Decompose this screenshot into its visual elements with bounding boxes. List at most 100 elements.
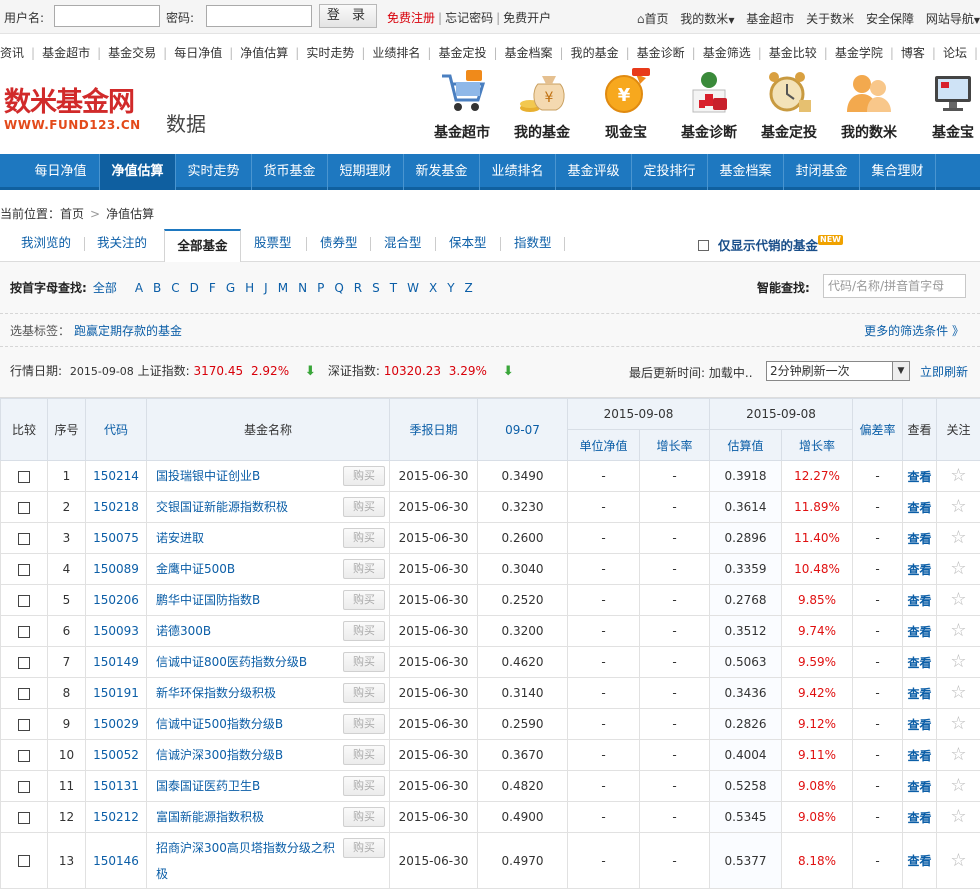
buy-button[interactable]: 购买 — [343, 466, 385, 486]
data-nav-item[interactable]: 实时走势 — [176, 154, 252, 190]
buy-button[interactable]: 购买 — [343, 559, 385, 579]
compare-checkbox[interactable] — [18, 470, 30, 483]
view-link[interactable]: 查看 — [907, 594, 931, 608]
fund-code-link[interactable]: 150191 — [93, 686, 139, 700]
site-nav-link[interactable]: 网站导航▼ — [926, 12, 980, 26]
letter-filter[interactable]: T — [390, 281, 397, 295]
feature-cash-treasure[interactable]: ¥ 现金宝 — [591, 68, 661, 142]
compare-checkbox[interactable] — [18, 625, 30, 638]
view-link[interactable]: 查看 — [907, 563, 931, 577]
fund-name-link[interactable]: 信诚沪深300指数分级B — [156, 742, 338, 768]
smart-search-input[interactable]: 代码/名称/拼音首字母 — [823, 274, 966, 298]
letter-filter[interactable]: H — [245, 281, 254, 295]
fund-code-link[interactable]: 150212 — [93, 810, 139, 824]
about-link[interactable]: 关于数米 — [806, 12, 854, 26]
col-growth[interactable]: 增长率 — [639, 429, 710, 461]
fund-name-link[interactable]: 信诚中证500指数分级B — [156, 711, 338, 737]
col-est-growth[interactable]: 增长率 — [781, 429, 853, 461]
star-icon[interactable]: ☆ — [950, 744, 966, 765]
letter-filter[interactable]: M — [278, 281, 288, 295]
buy-button[interactable]: 购买 — [343, 807, 385, 827]
nav-item[interactable]: 基金档案 — [505, 46, 553, 60]
view-link[interactable]: 查看 — [907, 718, 931, 732]
nav-item[interactable]: 我的基金 — [571, 46, 619, 60]
data-nav-item[interactable]: 每日净值 — [22, 154, 100, 190]
col-deviation[interactable]: 偏差率 — [852, 398, 903, 461]
fund-code-link[interactable]: 150218 — [93, 500, 139, 514]
view-link[interactable]: 查看 — [907, 811, 931, 825]
forgot-password-link[interactable]: 忘记密码 — [445, 9, 493, 26]
tab-all-funds[interactable]: 全部基金 — [164, 229, 241, 263]
tab-browsed[interactable]: 我浏览的 — [21, 229, 71, 257]
letter-filter[interactable]: Y — [447, 281, 454, 295]
data-nav-item[interactable]: 新发基金 — [404, 154, 480, 190]
fund-code-link[interactable]: 150089 — [93, 562, 139, 576]
home-link[interactable]: ⌂首页 — [637, 12, 669, 26]
tab-followed[interactable]: 我关注的 — [97, 229, 147, 257]
star-icon[interactable]: ☆ — [950, 775, 966, 796]
star-icon[interactable]: ☆ — [950, 850, 966, 871]
fund-code-link[interactable]: 150052 — [93, 748, 139, 762]
fund-code-link[interactable]: 150206 — [93, 593, 139, 607]
data-nav-item[interactable]: 定投排行 — [632, 154, 708, 190]
data-nav-item[interactable]: 基金评级 — [556, 154, 632, 190]
star-icon[interactable]: ☆ — [950, 558, 966, 579]
my-shumi-link[interactable]: 我的数米▼ — [680, 12, 734, 26]
star-icon[interactable]: ☆ — [950, 682, 966, 703]
compare-checkbox[interactable] — [18, 855, 30, 867]
nav-item[interactable]: 基金诊断 — [637, 46, 685, 60]
nav-item[interactable]: 净值估算 — [240, 46, 288, 60]
compare-checkbox[interactable] — [18, 501, 30, 514]
data-nav-item[interactable]: 基金档案 — [708, 154, 784, 190]
letter-filter[interactable]: 全部 — [93, 281, 117, 295]
buy-button[interactable]: 购买 — [343, 652, 385, 672]
buy-button[interactable]: 购买 — [343, 497, 385, 517]
fund-code-link[interactable]: 150093 — [93, 624, 139, 638]
col-report-date[interactable]: 季报日期 — [389, 398, 478, 461]
letter-filter[interactable]: G — [226, 281, 235, 295]
letter-filter[interactable]: D — [190, 281, 199, 295]
letter-filter[interactable]: B — [153, 281, 161, 295]
col-prev-nav[interactable]: 09-07 — [477, 398, 568, 461]
compare-checkbox[interactable] — [18, 811, 30, 824]
nav-item[interactable]: 资讯 — [0, 46, 24, 60]
compare-checkbox[interactable] — [18, 687, 30, 700]
tab-bond[interactable]: 债券型 — [320, 229, 358, 257]
buy-button[interactable]: 购买 — [343, 621, 385, 641]
fund-code-link[interactable]: 150075 — [93, 531, 139, 545]
col-code[interactable]: 代码 — [85, 398, 147, 461]
nav-item[interactable]: 业绩排名 — [372, 46, 420, 60]
nav-item[interactable]: 论坛 — [943, 46, 967, 60]
view-link[interactable]: 查看 — [907, 780, 931, 794]
data-nav-item[interactable]: 业绩排名 — [480, 154, 556, 190]
compare-checkbox[interactable] — [18, 563, 30, 576]
letter-filter[interactable]: F — [209, 281, 216, 295]
feature-fund-sip[interactable]: 基金定投 — [754, 68, 824, 142]
star-icon[interactable]: ☆ — [950, 527, 966, 548]
compare-checkbox[interactable] — [18, 749, 30, 762]
fund-code-link[interactable]: 150029 — [93, 717, 139, 731]
tab-guaranteed[interactable]: 保本型 — [449, 229, 487, 257]
letter-filter[interactable]: W — [407, 281, 419, 295]
letter-filter[interactable]: S — [372, 281, 380, 295]
fund-code-link[interactable]: 150146 — [93, 854, 139, 868]
buy-button[interactable]: 购买 — [343, 714, 385, 734]
fund-name-link[interactable]: 国泰国证医药卫生B — [156, 773, 338, 799]
letter-filter[interactable]: X — [429, 281, 437, 295]
star-icon[interactable]: ☆ — [950, 496, 966, 517]
security-link[interactable]: 安全保障 — [866, 12, 914, 26]
tab-mixed[interactable]: 混合型 — [384, 229, 422, 257]
letter-filter[interactable]: J — [264, 281, 268, 295]
data-nav-item[interactable]: 货币基金 — [252, 154, 328, 190]
nav-item[interactable]: 基金定投 — [438, 46, 486, 60]
fund-market-link[interactable]: 基金超市 — [746, 12, 794, 26]
fund-name-link[interactable]: 诺安进取 — [156, 525, 338, 551]
register-link[interactable]: 免费注册 — [387, 9, 435, 26]
nav-item[interactable]: 基金交易 — [108, 46, 156, 60]
data-nav-item[interactable]: 短期理财 — [328, 154, 404, 190]
letter-filter[interactable]: C — [171, 281, 179, 295]
tag-beat-deposit[interactable]: 跑赢定期存款的基金 — [74, 324, 182, 338]
site-logo[interactable]: 数米基金网 WWW.FUND123.CN 数据 — [4, 88, 206, 137]
letter-filter[interactable]: Z — [465, 281, 473, 295]
letter-filter[interactable]: N — [298, 281, 307, 295]
